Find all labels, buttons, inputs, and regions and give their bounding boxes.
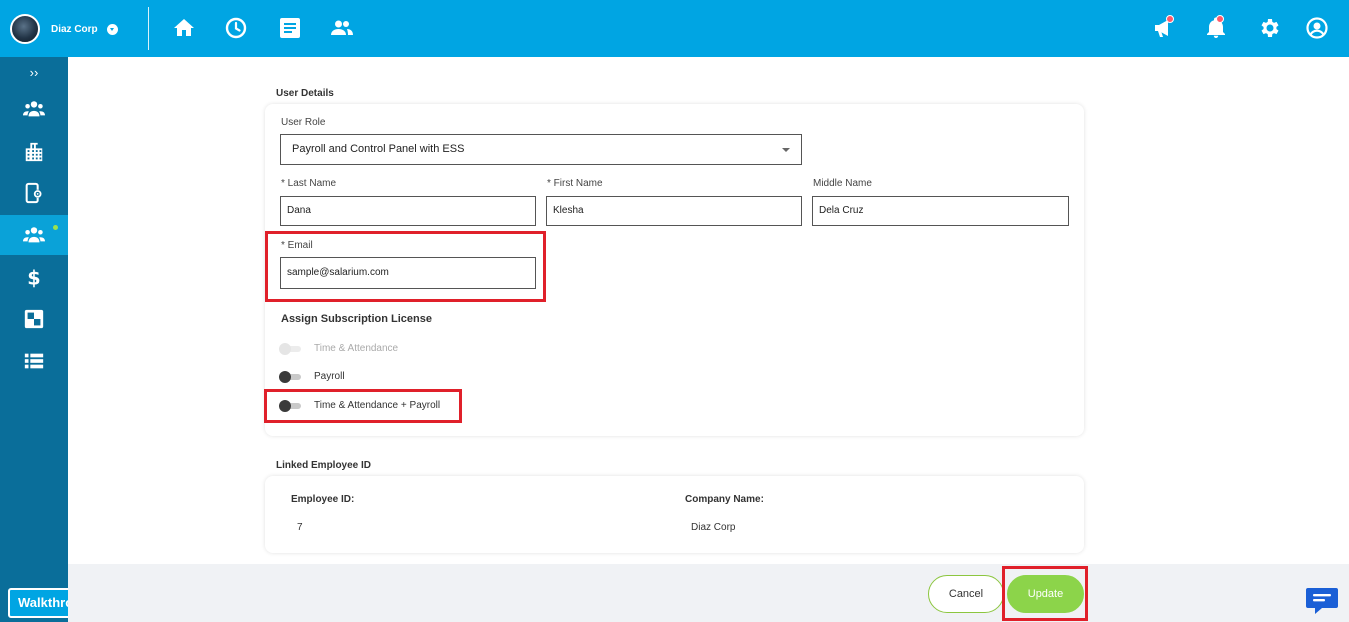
email-field[interactable]: sample@salarium.com — [280, 257, 536, 289]
sidebar-item-payroll[interactable]: $ — [0, 257, 68, 297]
linked-employee-title: Linked Employee ID — [276, 460, 372, 471]
middle-name-label: Middle Name — [813, 178, 872, 189]
chevron-down-icon — [782, 148, 790, 152]
top-bar: Diaz Corp — [0, 0, 1349, 57]
subscription-title: Assign Subscription License — [281, 313, 432, 325]
notification-dot — [1216, 15, 1224, 23]
sidebar-item-modules[interactable] — [0, 299, 68, 339]
last-name-field[interactable]: Dana — [280, 196, 536, 226]
middle-name-field[interactable]: Dela Cruz — [812, 196, 1069, 226]
toggle-time-attendance — [279, 343, 301, 355]
clock-icon[interactable] — [224, 16, 248, 40]
people-icon — [23, 101, 45, 117]
document-icon[interactable] — [278, 16, 302, 40]
employee-id-label: Employee ID: — [291, 494, 355, 505]
user-icon[interactable] — [1305, 16, 1329, 40]
modules-icon — [24, 309, 44, 329]
chat-icon[interactable] — [1305, 585, 1339, 615]
home-icon[interactable] — [172, 16, 196, 40]
megaphone-icon[interactable] — [1152, 15, 1176, 40]
divider — [148, 7, 149, 50]
active-indicator — [53, 225, 58, 230]
company-switcher[interactable]: Diaz Corp — [10, 13, 118, 45]
sidebar: ›› $ — [0, 57, 68, 622]
first-name-label: * First Name — [547, 178, 603, 189]
company-name-value: Diaz Corp — [691, 522, 736, 533]
company-logo — [10, 14, 40, 44]
building-icon — [25, 142, 43, 162]
email-label: * Email — [281, 240, 313, 251]
notification-dot — [1166, 15, 1174, 23]
toggle-time-attendance-payroll[interactable] — [279, 400, 301, 412]
toggle-payroll-label: Payroll — [314, 371, 345, 382]
cancel-button[interactable]: Cancel — [928, 575, 1004, 613]
sidebar-item-devices[interactable] — [0, 173, 68, 213]
bell-icon[interactable] — [1204, 15, 1228, 40]
toggle-payroll[interactable] — [279, 371, 301, 383]
people-icon — [23, 227, 45, 243]
chevron-down-icon — [106, 23, 118, 35]
user-role-label: User Role — [281, 117, 326, 128]
people-icon[interactable] — [330, 16, 354, 40]
device-settings-icon — [25, 182, 42, 204]
user-details-title: User Details — [276, 88, 334, 99]
update-button[interactable]: Update — [1007, 575, 1084, 613]
company-name-label: Company Name: — [685, 494, 764, 505]
employee-id-value: 7 — [297, 522, 303, 533]
gear-icon[interactable] — [1258, 16, 1282, 40]
sidebar-item-list[interactable] — [0, 341, 68, 381]
dollar-icon: $ — [27, 266, 40, 288]
last-name-label: * Last Name — [281, 178, 337, 189]
user-role-value: Payroll and Control Panel with ESS — [292, 143, 465, 155]
company-name: Diaz Corp — [51, 23, 98, 35]
sidebar-item-employees[interactable] — [0, 89, 68, 129]
first-name-field[interactable]: Klesha — [546, 196, 802, 226]
toggle-time-attendance-payroll-label: Time & Attendance + Payroll — [314, 400, 441, 411]
sidebar-item-users[interactable] — [0, 215, 68, 255]
list-icon — [24, 353, 44, 369]
expand-sidebar-button[interactable]: ›› — [0, 63, 68, 83]
toggle-time-attendance-label: Time & Attendance — [314, 343, 399, 354]
user-role-select[interactable]: Payroll and Control Panel with ESS — [280, 134, 802, 165]
linked-employee-card — [265, 476, 1084, 553]
sidebar-item-company[interactable] — [0, 132, 68, 172]
svg-text:$: $ — [27, 266, 40, 288]
